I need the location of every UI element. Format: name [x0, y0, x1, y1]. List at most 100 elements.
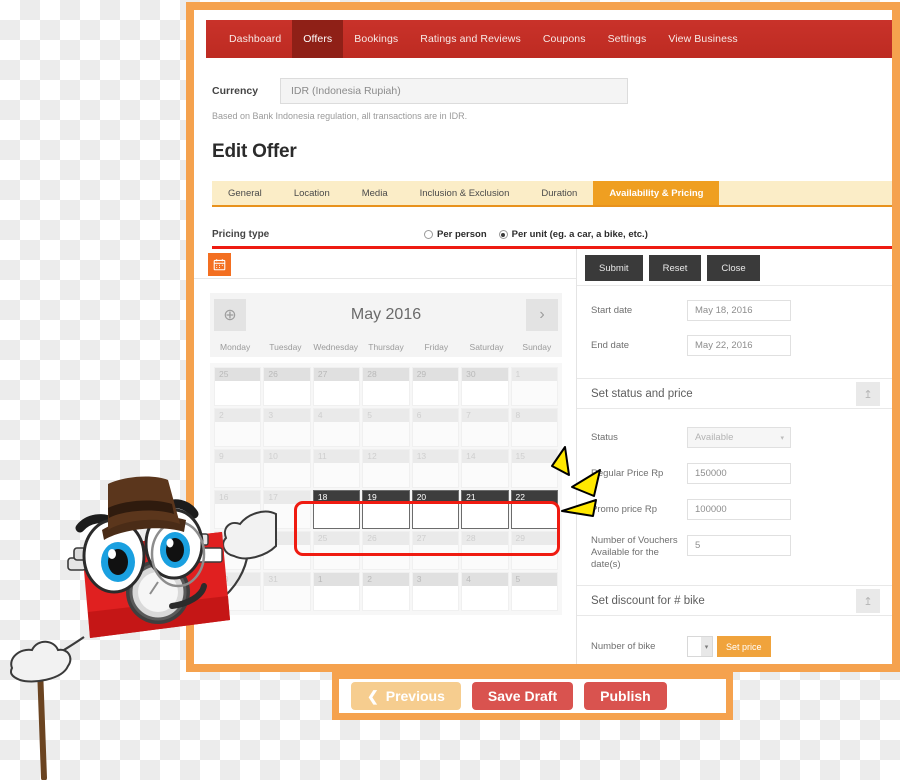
nav-item-ratings-and-reviews[interactable]: Ratings and Reviews: [409, 20, 532, 58]
calendar-header: ⊕ May 2016 ›: [210, 293, 562, 337]
status-select[interactable]: Available: [687, 427, 791, 448]
calendar-day-cell[interactable]: 29: [411, 367, 460, 406]
calendar-day-number: 20: [412, 491, 459, 504]
calendar-icon[interactable]: [208, 253, 231, 276]
vouchers-input[interactable]: 5: [687, 535, 791, 556]
calendar-day-cell[interactable]: 30: [461, 367, 509, 406]
calendar-day-cell[interactable]: 4: [312, 408, 361, 447]
pricing-type-radio-group: Per person Per unit (eg. a car, a bike, …: [424, 229, 648, 240]
calendar-day-cell[interactable]: 21: [461, 490, 509, 529]
footer-action-bar: ❮ Previous Save Draft Publish: [332, 672, 733, 720]
calendar-day-cell[interactable]: 13: [411, 449, 460, 488]
calendar-day-number: 12: [363, 450, 409, 463]
calendar-day-cell[interactable]: 3: [263, 408, 311, 447]
calendar-toolbar: [194, 249, 576, 279]
calendar-day-number: 11: [313, 450, 360, 463]
calendar-day-number: 26: [363, 532, 409, 545]
submit-button[interactable]: Submit: [585, 255, 643, 281]
calendar-day-cell[interactable]: 1: [312, 572, 361, 611]
calendar-day-cell[interactable]: 5: [510, 572, 558, 611]
calendar-day-cell[interactable]: 2: [214, 408, 262, 447]
calendar-day-cell[interactable]: 25: [312, 531, 361, 570]
nav-item-settings[interactable]: Settings: [597, 20, 658, 58]
calendar-day-cell[interactable]: 26: [362, 531, 410, 570]
radio-per-unit-dot[interactable]: [498, 230, 508, 239]
currency-select[interactable]: IDR (Indonesia Rupiah): [280, 78, 628, 104]
publish-button[interactable]: Publish: [584, 682, 667, 710]
previous-button-label: Previous: [385, 688, 445, 704]
radio-per-person[interactable]: Per person: [424, 229, 487, 240]
start-date-input[interactable]: May 18, 2016: [687, 300, 791, 321]
top-navigation-bar: Dashboard Offers Bookings Ratings and Re…: [206, 20, 892, 58]
calendar-day-cell[interactable]: 25: [214, 367, 262, 406]
nav-item-dashboard[interactable]: Dashboard: [218, 20, 292, 58]
calendar-day-cell[interactable]: 27: [312, 367, 361, 406]
calendar-day-cell[interactable]: 27: [411, 531, 460, 570]
panel-body: Start date May 18, 2016 End date May 22,…: [577, 285, 892, 664]
collapse-up-icon-status[interactable]: ↥: [856, 382, 880, 406]
radio-per-person-dot[interactable]: [424, 230, 433, 239]
calendar-day-cell[interactable]: 22: [510, 490, 558, 529]
currency-row: Currency IDR (Indonesia Rupiah): [212, 78, 892, 104]
tab-media[interactable]: Media: [346, 181, 404, 205]
calendar-prev-button[interactable]: ⊕: [214, 299, 246, 331]
camera-mascot-illustration: [10, 476, 277, 780]
calendar-day-cell[interactable]: 26: [263, 367, 311, 406]
reset-button[interactable]: Reset: [648, 255, 702, 281]
start-date-label: Start date: [591, 304, 633, 316]
calendar-day-cell[interactable]: 14: [461, 449, 509, 488]
previous-button[interactable]: ❮ Previous: [351, 682, 461, 710]
radio-per-person-label: Per person: [437, 229, 487, 240]
tab-inclusion-exclusion[interactable]: Inclusion & Exclusion: [404, 181, 526, 205]
calendar-day-cell[interactable]: 8: [510, 408, 558, 447]
end-date-input[interactable]: May 22, 2016: [687, 335, 791, 356]
nav-item-view-business[interactable]: View Business: [657, 20, 748, 58]
calendar-next-button[interactable]: ›: [526, 299, 558, 331]
calendar-day-cell[interactable]: 11: [312, 449, 361, 488]
annotation-arrow-regular-price: [571, 469, 601, 497]
tab-availability-pricing[interactable]: Availability & Pricing: [593, 181, 720, 205]
calendar-day-cell[interactable]: 2: [362, 572, 410, 611]
nav-item-offers[interactable]: Offers: [292, 20, 344, 58]
promo-price-input[interactable]: 100000: [687, 499, 791, 520]
nav-item-bookings[interactable]: Bookings: [343, 20, 409, 58]
calendar-day-number: 13: [412, 450, 459, 463]
promo-price-row: Promo price Rp 100000: [577, 493, 892, 520]
tab-duration[interactable]: Duration: [525, 181, 593, 205]
calendar-day-cell[interactable]: 4: [461, 572, 509, 611]
calendar-day-cell[interactable]: 28: [461, 531, 509, 570]
currency-note: Based on Bank Indonesia regulation, all …: [212, 111, 468, 121]
close-button[interactable]: Close: [707, 255, 760, 281]
end-date-row: End date May 22, 2016: [577, 329, 892, 356]
calendar-day-cell[interactable]: 6: [411, 408, 460, 447]
calendar-day-cell[interactable]: 29: [510, 531, 558, 570]
set-price-button[interactable]: Set price: [717, 636, 771, 657]
left-hand: [10, 640, 72, 683]
calendar-day-cell[interactable]: 7: [461, 408, 509, 447]
annotation-arrow-promo-price: [561, 499, 597, 517]
calendar-day-cell[interactable]: 12: [362, 449, 410, 488]
calendar-day-number: 29: [412, 368, 459, 381]
calendar-day-cell[interactable]: 5: [362, 408, 410, 447]
collapse-up-icon-discount[interactable]: ↥: [856, 589, 880, 613]
status-label: Status: [591, 431, 618, 443]
chevron-down-icon: ▾: [701, 637, 712, 656]
page-title: Edit Offer: [212, 141, 297, 162]
calendar-day-cell[interactable]: 19: [362, 490, 410, 529]
calendar-day-cell[interactable]: 20: [411, 490, 460, 529]
calendar-day-cell[interactable]: 1: [510, 367, 558, 406]
calendar-day-cell[interactable]: 18: [312, 490, 361, 529]
save-draft-button[interactable]: Save Draft: [471, 682, 574, 710]
tab-general[interactable]: General: [212, 181, 278, 205]
status-price-section-header: Set status and price ↥: [577, 378, 892, 409]
regular-price-input[interactable]: 150000: [687, 463, 791, 484]
number-of-bike-select[interactable]: ▾: [687, 636, 713, 657]
radio-per-unit[interactable]: Per unit (eg. a car, a bike, etc.): [498, 229, 648, 240]
calendar-day-number: 30: [462, 368, 508, 381]
calendar-day-cell[interactable]: 28: [362, 367, 410, 406]
chevron-left-icon: ❮: [367, 687, 379, 704]
calendar-day-cell[interactable]: 3: [411, 572, 460, 611]
tab-location[interactable]: Location: [278, 181, 346, 205]
nav-item-coupons[interactable]: Coupons: [532, 20, 597, 58]
availability-workspace: ⊕ May 2016 › Monday Tuesday Wednesday Th…: [194, 249, 892, 664]
